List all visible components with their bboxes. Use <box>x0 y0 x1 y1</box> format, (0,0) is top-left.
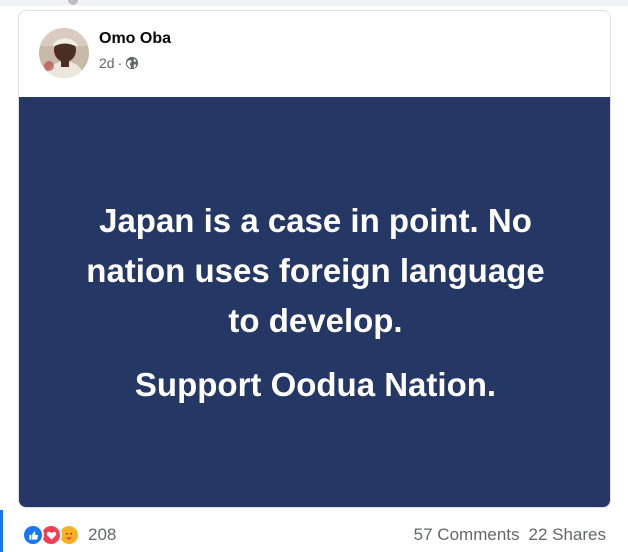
author-name[interactable]: Omo Oba <box>99 30 171 48</box>
globe-icon <box>125 56 139 70</box>
comments-count-link[interactable]: 57 Comments <box>414 525 520 545</box>
focus-accent-bar <box>0 510 3 552</box>
previous-post-edge <box>0 0 628 6</box>
avatar[interactable] <box>39 28 89 78</box>
post-card: Omo Oba 2d · Japan is a case in point. N… <box>18 10 611 508</box>
avatar-image <box>39 28 89 78</box>
post-time[interactable]: 2d <box>99 55 115 71</box>
post-text-line-3: to develop. <box>228 302 403 339</box>
post-text-background: Japan is a case in point. No nation uses… <box>19 97 610 507</box>
post-text-line-1: Japan is a case in point. No <box>99 202 532 239</box>
reaction-count[interactable]: 208 <box>88 525 116 545</box>
post-text-line-2: nation uses foreign language <box>86 252 545 289</box>
post-meta: 2d · <box>99 55 139 71</box>
engagement-stats: 57 Comments 22 Shares <box>414 525 606 545</box>
post-call-to-action: Support Oodua Nation. <box>134 366 497 403</box>
reaction-summary[interactable]: 208 <box>22 524 116 546</box>
shares-count-link[interactable]: 22 Shares <box>529 525 607 545</box>
meta-separator: · <box>117 55 123 71</box>
like-icon <box>22 524 44 546</box>
